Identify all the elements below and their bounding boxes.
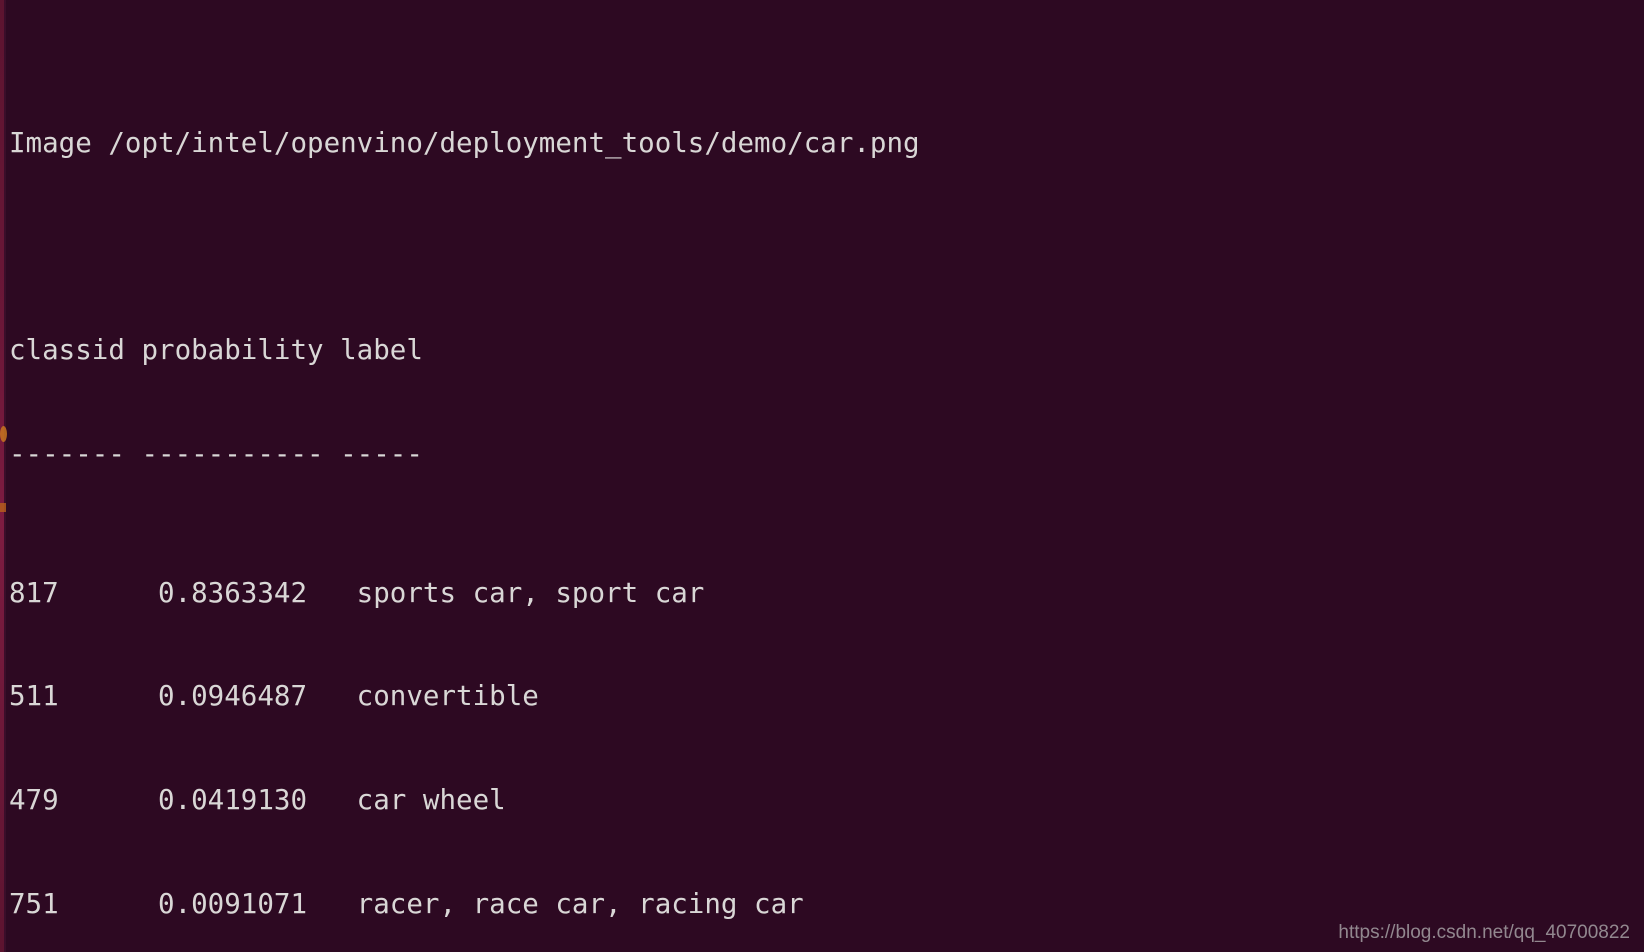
table-row: 479 0.0419130 car wheel <box>9 784 506 817</box>
table-row: 817 0.8363342 sports car, sport car <box>9 576 705 609</box>
scrollbar-edge-marker <box>0 503 6 512</box>
table-row: 751 0.0091071 racer, race car, racing ca… <box>9 887 804 920</box>
terminal-output[interactable]: Image /opt/intel/openvino/deployment_too… <box>7 0 1644 952</box>
output-blank-line <box>9 230 1644 265</box>
output-line-image-path: Image /opt/intel/openvino/deployment_too… <box>9 126 920 159</box>
terminal-window: Image /opt/intel/openvino/deployment_too… <box>0 0 1644 952</box>
window-left-border-inner <box>4 0 6 952</box>
table-rule: ------- ----------- ----- <box>9 438 423 471</box>
table-row: 511 0.0946487 convertible <box>9 680 539 713</box>
table-header: classid probability label <box>9 334 423 367</box>
watermark: https://blog.csdn.net/qq_40700822 <box>1338 922 1630 943</box>
scrollbar-thumb-indicator[interactable] <box>0 426 7 442</box>
